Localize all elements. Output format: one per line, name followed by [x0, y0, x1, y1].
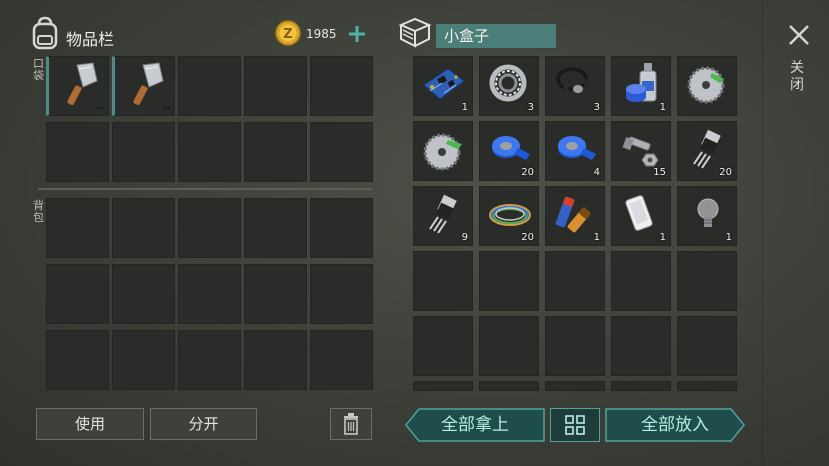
container-slot[interactable] — [611, 251, 671, 311]
coin-icon: Z — [275, 20, 301, 46]
container-slot[interactable] — [413, 251, 473, 311]
backpack-slot[interactable] — [244, 198, 307, 258]
item-quantity: 15 — [653, 167, 666, 178]
container-slot[interactable] — [479, 251, 539, 311]
cleaver-icon — [67, 62, 98, 106]
backpack-slot[interactable] — [46, 198, 109, 258]
container-slot[interactable]: 20 — [479, 186, 539, 246]
container-slot[interactable] — [545, 316, 605, 376]
container-slot[interactable] — [545, 381, 605, 391]
item-quantity: 1 — [461, 102, 468, 113]
container-slot[interactable] — [545, 251, 605, 311]
container-slot[interactable]: 1 — [611, 186, 671, 246]
container-slot[interactable]: 1 — [677, 186, 737, 246]
container-slot[interactable] — [611, 316, 671, 376]
container-slot[interactable] — [413, 381, 473, 391]
inventory-title: 物品栏 — [66, 30, 115, 49]
pocket-slot[interactable] — [112, 56, 175, 116]
container-slot[interactable]: 1 — [611, 56, 671, 116]
item-quantity: 1 — [659, 102, 666, 113]
cleaver-icon — [133, 62, 164, 106]
svg-text:Z: Z — [283, 27, 292, 42]
pocket-slot[interactable] — [310, 56, 373, 116]
backpack-slot[interactable] — [178, 330, 241, 390]
trash-button[interactable] — [330, 408, 372, 440]
saw-blade-icon — [423, 133, 462, 171]
pocket-slot[interactable] — [178, 122, 241, 182]
put-all-button[interactable]: 全部放入 — [605, 408, 745, 442]
backpack-slot[interactable] — [244, 264, 307, 324]
backpack-slot[interactable] — [310, 264, 373, 324]
container-slot[interactable] — [677, 56, 737, 116]
item-quantity: 1 — [725, 232, 732, 243]
pocket-slot[interactable] — [46, 122, 109, 182]
close-label[interactable]: 关闭 — [790, 60, 808, 94]
close-icon[interactable] — [786, 22, 812, 48]
item-quantity: 3 — [527, 102, 534, 113]
container-slot[interactable] — [479, 381, 539, 391]
sort-grid-button[interactable] — [550, 408, 600, 442]
container-slot[interactable] — [677, 381, 737, 391]
container-slot[interactable] — [611, 381, 671, 391]
take-all-button[interactable]: 全部拿上 — [405, 408, 545, 442]
item-quantity: 9 — [461, 232, 468, 243]
container-slot[interactable] — [413, 316, 473, 376]
panel-divider — [762, 0, 763, 466]
container-slot[interactable]: 20 — [677, 121, 737, 181]
container-title: 小盒子 — [436, 24, 556, 48]
container-slot[interactable] — [677, 251, 737, 311]
item-quantity: 4 — [593, 167, 600, 178]
container-slot[interactable]: 20 — [479, 121, 539, 181]
item-quantity: 20 — [719, 167, 732, 178]
backpack-slot[interactable] — [310, 198, 373, 258]
item-quantity: 20 — [521, 232, 534, 243]
saw-blade-icon — [687, 66, 725, 104]
container-slot[interactable]: 3 — [545, 56, 605, 116]
add-coins-button[interactable] — [345, 22, 369, 46]
backpack-label: 背包 — [33, 199, 44, 224]
container-slot[interactable] — [479, 316, 539, 376]
container-slot[interactable] — [413, 121, 473, 181]
backpack-slot[interactable] — [112, 264, 175, 324]
container-slot[interactable]: 1 — [413, 56, 473, 116]
backpack-slot[interactable] — [178, 198, 241, 258]
backpack-slot[interactable] — [112, 330, 175, 390]
use-button[interactable]: 使用 — [36, 408, 144, 440]
container-slot[interactable]: 3 — [479, 56, 539, 116]
pocket-label: 口袋 — [33, 57, 44, 82]
grid-icon — [565, 415, 585, 435]
backpack-slot[interactable] — [46, 330, 109, 390]
item-quantity: 3 — [593, 102, 600, 113]
container-slot[interactable]: 9 — [413, 186, 473, 246]
pocket-slot[interactable] — [244, 122, 307, 182]
coin-balance: 1985 — [306, 27, 337, 41]
backpack-slot[interactable] — [112, 198, 175, 258]
item-quantity: 1 — [659, 232, 666, 243]
container-slot[interactable]: 4 — [545, 121, 605, 181]
container-slot[interactable] — [677, 316, 737, 376]
section-divider — [38, 188, 372, 190]
item-quantity: 1 — [593, 232, 600, 243]
take-all-label: 全部拿上 — [441, 415, 509, 435]
split-button[interactable]: 分开 — [150, 408, 257, 440]
item-quantity: 20 — [521, 167, 534, 178]
backpack-slot[interactable] — [178, 264, 241, 324]
box-icon — [398, 16, 432, 48]
pocket-slot[interactable] — [310, 122, 373, 182]
put-all-label: 全部放入 — [641, 415, 709, 435]
container-slot[interactable]: 1 — [545, 186, 605, 246]
backpack-slot[interactable] — [244, 330, 307, 390]
pocket-slot[interactable] — [178, 56, 241, 116]
backpack-icon — [30, 16, 60, 50]
pocket-slot[interactable] — [244, 56, 307, 116]
container-slot[interactable]: 15 — [611, 121, 671, 181]
backpack-slot[interactable] — [46, 264, 109, 324]
trash-icon — [344, 413, 358, 435]
pocket-slot[interactable] — [46, 56, 109, 116]
pocket-slot[interactable] — [112, 122, 175, 182]
backpack-slot[interactable] — [310, 330, 373, 390]
